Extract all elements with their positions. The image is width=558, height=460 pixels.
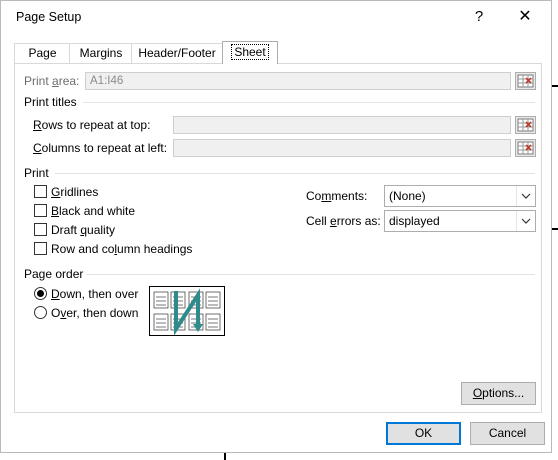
print-divider [55, 173, 535, 174]
row-column-headings-label[interactable]: Row and column headings [51, 242, 192, 256]
radio-selected-dot [37, 290, 44, 297]
black-and-white-checkbox[interactable] [34, 204, 47, 217]
over-then-down-label[interactable]: Over, then down [51, 306, 138, 320]
options-button[interactable]: Options... [461, 382, 536, 405]
page-setup-dialog: Page Setup ? ✕ Page Margins Header/Foote… [0, 0, 552, 453]
tab-margins[interactable]: Margins [69, 43, 133, 63]
print-titles-header: Print titles [24, 95, 77, 109]
draft-quality-label[interactable]: Draft quality [51, 223, 115, 237]
chevron-down-icon [516, 186, 535, 206]
rows-to-repeat-field[interactable] [173, 116, 511, 134]
title-bar: Page Setup ? ✕ [1, 1, 551, 33]
page-order-header: Page order [24, 267, 84, 281]
down-then-over-radio[interactable] [34, 287, 47, 300]
cell-errors-select-value: displayed [389, 214, 440, 228]
tab-header-footer[interactable]: Header/Footer [131, 43, 223, 63]
page-order-divider [87, 274, 535, 275]
tab-sheet-label: Sheet [231, 44, 269, 60]
close-button[interactable]: ✕ [505, 3, 545, 31]
cell-errors-select[interactable]: displayed [384, 210, 536, 232]
comments-label: Comments: [306, 189, 368, 203]
range-select-icon [517, 74, 534, 88]
page-order-preview [149, 286, 225, 336]
dialog-title: Page Setup [16, 10, 82, 24]
cell-errors-label: Cell errors as: [306, 214, 381, 228]
comments-select[interactable]: (None) [384, 185, 536, 207]
over-then-down-radio[interactable] [34, 306, 47, 319]
row-column-headings-checkbox[interactable] [34, 242, 47, 255]
tab-page[interactable]: Page [14, 43, 71, 63]
print-area-label: Print area: [24, 74, 80, 88]
print-titles-divider [83, 102, 535, 103]
help-button[interactable]: ? [459, 3, 499, 31]
comments-select-value: (None) [389, 189, 426, 203]
background-line [224, 453, 226, 460]
columns-collapse-button[interactable] [515, 139, 536, 157]
cancel-button[interactable]: Cancel [470, 422, 545, 445]
print-area-value: A1:I46 [90, 75, 124, 87]
rows-to-repeat-label: Rows to repeat at top: [33, 118, 151, 132]
tab-header-footer-label: Header/Footer [138, 46, 216, 60]
columns-to-repeat-field[interactable] [173, 139, 511, 157]
page-order-diagram-icon [153, 288, 221, 336]
down-then-over-label[interactable]: Down, then over [51, 287, 138, 301]
range-select-icon [517, 141, 534, 155]
sheet-tab-panel: Print area: A1:I46 Print titles Rows to … [14, 63, 542, 413]
tab-page-label: Page [28, 46, 57, 60]
help-icon: ? [474, 8, 484, 25]
range-select-icon [517, 118, 534, 132]
close-icon: ✕ [518, 8, 532, 25]
print-area-field[interactable]: A1:I46 [85, 72, 511, 90]
gridlines-checkbox[interactable] [34, 185, 47, 198]
background-line [552, 228, 558, 230]
rows-collapse-button[interactable] [515, 116, 536, 134]
cancel-label: Cancel [488, 426, 527, 440]
chevron-down-icon [516, 211, 535, 231]
print-area-collapse-button[interactable] [515, 72, 536, 90]
tab-margins-label: Margins [79, 46, 123, 60]
black-and-white-label[interactable]: Black and white [51, 204, 135, 218]
draft-quality-checkbox[interactable] [34, 223, 47, 236]
background-line [552, 85, 558, 87]
ok-button[interactable]: OK [386, 422, 461, 445]
gridlines-label[interactable]: Gridlines [51, 185, 98, 199]
ok-label: OK [414, 426, 433, 440]
print-header: Print [24, 166, 49, 180]
columns-to-repeat-label: Columns to repeat at left: [33, 141, 168, 155]
tab-sheet[interactable]: Sheet [222, 41, 278, 64]
